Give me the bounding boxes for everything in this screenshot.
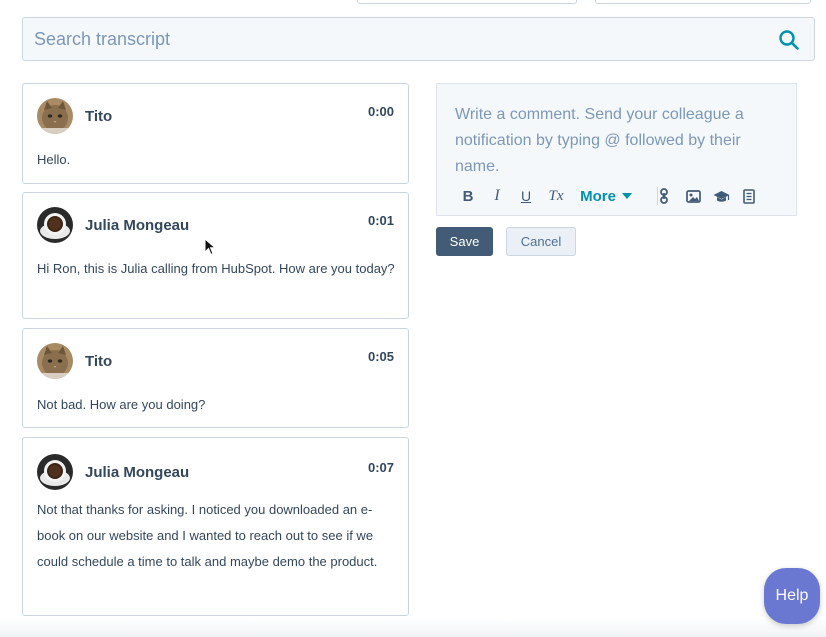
snippet-button[interactable]: [742, 185, 756, 207]
transcript-entry[interactable]: Tito 0:05 Not bad. How are you doing?: [22, 328, 409, 428]
speaker-name: Tito: [85, 353, 113, 370]
top-dropdown-right[interactable]: [595, 0, 811, 4]
document-icon: [743, 188, 755, 204]
help-button[interactable]: Help: [764, 568, 820, 624]
transcript-text: Not bad. How are you doing?: [37, 397, 206, 412]
image-icon: [685, 189, 701, 203]
cat-avatar: [37, 98, 73, 134]
clear-format-icon: Tx: [548, 187, 564, 204]
timestamp[interactable]: 0:05: [368, 349, 394, 364]
timestamp[interactable]: 0:00: [368, 104, 394, 119]
more-dropdown[interactable]: More: [578, 185, 634, 207]
coffee-avatar: [37, 454, 73, 490]
transcript-text: Hi Ron, this is Julia calling from HubSp…: [37, 261, 395, 276]
search-bar: [22, 17, 815, 61]
caret-down-icon: [621, 193, 632, 199]
save-button[interactable]: Save: [436, 227, 493, 256]
bold-icon: B: [462, 187, 474, 205]
comment-placeholder[interactable]: Write a comment. Send your colleague a n…: [455, 102, 775, 180]
knowledge-button[interactable]: [712, 185, 730, 207]
transcript-entry[interactable]: Tito 0:00 Hello.: [22, 83, 409, 184]
link-icon: [660, 188, 668, 204]
cancel-button[interactable]: Cancel: [506, 227, 576, 256]
link-button[interactable]: [657, 185, 671, 207]
more-label: More: [580, 187, 616, 205]
clear-format-button[interactable]: Tx: [547, 185, 565, 207]
comment-editor[interactable]: Write a comment. Send your colleague a n…: [436, 83, 797, 216]
italic-icon: I: [494, 187, 500, 204]
transcript-text: Not that thanks for asking. I noticed yo…: [37, 502, 378, 569]
timestamp[interactable]: 0:01: [368, 213, 394, 228]
speaker-name: Julia Mongeau: [85, 464, 190, 481]
italic-button[interactable]: I: [490, 185, 504, 207]
underline-button[interactable]: U: [519, 185, 533, 207]
bottom-fade: [0, 618, 826, 637]
mouse-cursor-icon: [204, 238, 216, 256]
top-dropdown-left[interactable]: [357, 0, 577, 4]
comment-toolbar: B I U Tx More: [461, 185, 791, 207]
coffee-avatar: [37, 207, 73, 243]
speaker-name: Tito: [85, 108, 113, 125]
graduation-cap-icon: [713, 190, 729, 202]
transcript-text: Hello.: [37, 152, 71, 167]
timestamp[interactable]: 0:07: [368, 460, 394, 475]
image-button[interactable]: [685, 185, 701, 207]
cat-avatar: [37, 343, 73, 379]
transcript-entry[interactable]: Julia Mongeau 0:07 Not that thanks for a…: [22, 437, 409, 616]
speaker-name: Julia Mongeau: [85, 217, 190, 234]
search-input[interactable]: [23, 18, 814, 60]
bold-button[interactable]: B: [461, 185, 475, 207]
underline-icon: U: [520, 188, 532, 204]
search-icon[interactable]: [778, 29, 800, 51]
